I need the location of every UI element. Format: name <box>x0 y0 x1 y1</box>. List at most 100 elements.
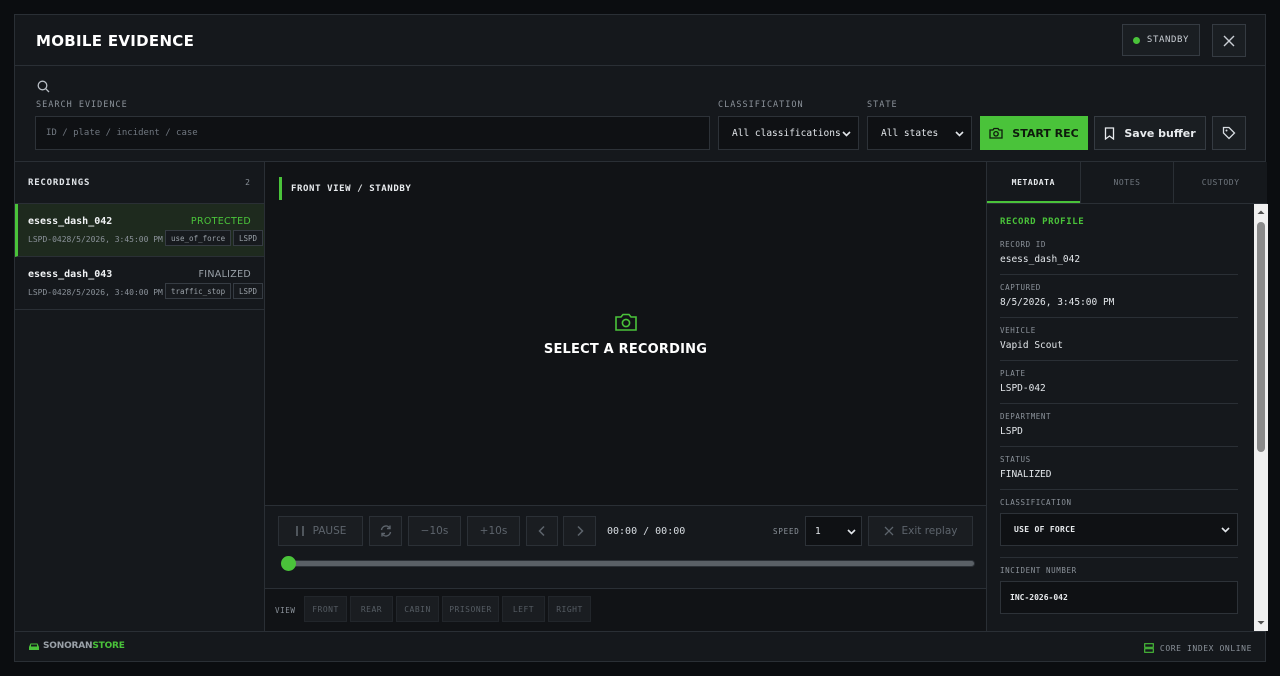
exit-replay-label: Exit replay <box>901 525 958 537</box>
scrollbar-thumb[interactable] <box>1257 222 1265 452</box>
view-prisoner-button[interactable]: PRISONER <box>442 596 499 622</box>
tab-notes[interactable]: NOTES <box>1079 162 1174 203</box>
recording-meta: LSPD-0428/5/2026, 3:45:00 PM <box>28 235 163 244</box>
empty-state-text: SELECT A RECORDING <box>543 342 708 357</box>
status-dot-icon <box>1132 36 1140 44</box>
classification-select-value: USE OF FORCE <box>1014 525 1076 534</box>
recordings-count: 2 <box>245 178 250 187</box>
field-label: DEPARTMENT <box>1000 412 1052 421</box>
close-button[interactable] <box>1212 24 1246 57</box>
core-status-label: CORE INDEX ONLINE <box>1159 643 1252 653</box>
field-label: VEHICLE <box>1000 326 1036 335</box>
view-rear-button[interactable]: REAR <box>350 596 393 622</box>
save-buffer-label: Save buffer <box>1124 126 1196 140</box>
speed-select[interactable]: 1 <box>805 516 862 546</box>
pause-button[interactable]: PAUSE <box>278 516 363 546</box>
field-label: PLATE <box>1000 369 1026 378</box>
tag-button[interactable] <box>1212 116 1246 150</box>
field-vehicle: VEHICLE Vapid Scout <box>1000 318 1238 361</box>
server-icon <box>1144 643 1154 653</box>
chevron-down-icon <box>955 130 964 137</box>
search-icon <box>37 80 50 93</box>
recording-dept: LSPD <box>233 283 264 299</box>
speed-select-value: 1 <box>815 525 821 537</box>
field-value: esess_dash_042 <box>1000 254 1081 265</box>
field-label: STATUS <box>1000 455 1031 464</box>
next-button[interactable] <box>563 516 596 546</box>
pause-icon <box>295 526 304 536</box>
seek-track[interactable] <box>286 560 975 567</box>
car-icon <box>29 643 39 650</box>
scroll-up-icon <box>1257 210 1265 214</box>
recording-item[interactable]: esess_dash_042 PROTECTED LSPD-0428/5/202… <box>15 204 264 257</box>
recordings-panel: RECORDINGS 2 esess_dash_042 PROTECTED LS… <box>15 162 265 631</box>
field-value: Vapid Scout <box>1000 340 1063 351</box>
save-buffer-button[interactable]: Save buffer <box>1094 116 1206 150</box>
tag-icon <box>1222 126 1236 140</box>
loop-icon <box>380 525 391 537</box>
start-rec-button[interactable]: START REC <box>980 116 1088 150</box>
seek-handle[interactable] <box>281 556 296 571</box>
field-department: DEPARTMENT LSPD <box>1000 404 1238 447</box>
classification-select[interactable]: USE OF FORCE <box>1000 513 1238 546</box>
recording-id: esess_dash_042 <box>28 216 113 227</box>
classification-label: CLASSIFICATION <box>718 100 804 110</box>
chevron-down-icon <box>1221 527 1230 533</box>
scrollbar[interactable] <box>1254 204 1268 631</box>
forward-10s-button[interactable]: +10s <box>467 516 520 546</box>
state-label: STATE <box>867 100 898 110</box>
chevron-left-icon <box>538 525 545 537</box>
classification-select[interactable]: All classifications <box>718 116 859 150</box>
recording-status: FINALIZED <box>198 269 251 280</box>
view-front-button[interactable]: FRONT <box>304 596 347 622</box>
view-right-button[interactable]: RIGHT <box>548 596 591 622</box>
chevron-right-icon <box>576 525 584 537</box>
classification-select-value: All classifications <box>732 127 841 139</box>
tab-custody[interactable]: CUSTODY <box>1173 162 1267 203</box>
filter-bar: SEARCH EVIDENCE CLASSIFICATION All class… <box>15 66 1265 162</box>
field-record-id: RECORD ID esess_dash_042 <box>1000 232 1238 275</box>
recording-meta: LSPD-0428/5/2026, 3:40:00 PM <box>28 288 163 297</box>
field-value: LSPD <box>1000 426 1023 437</box>
view-left-button[interactable]: LEFT <box>502 596 545 622</box>
footer: SONORAN STORE CORE INDEX ONLINE <box>15 631 1265 663</box>
view-cabin-button[interactable]: CABIN <box>396 596 439 622</box>
chevron-down-icon <box>847 528 856 535</box>
view-selector: VIEW FRONT REAR CABIN PRISONER LEFT RIGH… <box>265 589 986 631</box>
recordings-header: RECORDINGS 2 <box>15 162 264 204</box>
metadata-panel: METADATA NOTES CUSTODY RECORD PROFILE RE… <box>986 162 1268 631</box>
chevron-down-icon <box>842 130 851 137</box>
field-status: STATUS FINALIZED <box>1000 447 1238 490</box>
tab-metadata[interactable]: METADATA <box>987 162 1080 203</box>
loop-button[interactable] <box>369 516 402 546</box>
recording-dept: LSPD <box>233 230 264 246</box>
view-label: VIEW <box>275 606 296 615</box>
state-select[interactable]: All states <box>867 116 972 150</box>
back-10s-button[interactable]: −10s <box>408 516 461 546</box>
close-icon <box>884 526 893 536</box>
search-input[interactable] <box>35 116 710 150</box>
state-select-value: All states <box>881 127 939 139</box>
exit-replay-button[interactable]: Exit replay <box>868 516 973 546</box>
incident-number-input[interactable]: INC-2026-042 <box>1000 581 1238 614</box>
brand-name-b: STORE <box>92 641 125 651</box>
recording-tag: traffic_stop <box>165 283 232 299</box>
evidence-window: MOBILE EVIDENCE STANDBY SEARCH EVIDENCE … <box>14 14 1268 663</box>
field-value: 8/5/2026, 3:45:00 PM <box>1000 297 1115 308</box>
speed-label: SPEED <box>773 527 800 536</box>
recordings-title: RECORDINGS <box>28 177 91 188</box>
recording-tag: use_of_force <box>165 230 232 246</box>
prev-button[interactable] <box>526 516 558 546</box>
start-rec-label: START REC <box>1012 126 1079 140</box>
viewer-panel: FRONT VIEW / STANDBY SELECT A RECORDING … <box>265 162 986 631</box>
time-readout: 00:00 / 00:00 <box>607 526 686 537</box>
record-profile-heading: RECORD PROFILE <box>1000 217 1085 227</box>
playback-controls: PAUSE −10s +10s 00:00 / 00:00 SPEED 1 Ex… <box>265 505 986 589</box>
close-icon <box>1223 35 1235 46</box>
field-plate: PLATE LSPD-042 <box>1000 361 1238 404</box>
bookmark-icon <box>1105 126 1115 140</box>
recording-item[interactable]: esess_dash_043 FINALIZED LSPD-0428/5/202… <box>15 257 264 310</box>
field-label: CAPTURED <box>1000 283 1041 292</box>
field-captured: CAPTURED 8/5/2026, 3:45:00 PM <box>1000 275 1238 318</box>
recording-id: esess_dash_043 <box>28 269 113 280</box>
